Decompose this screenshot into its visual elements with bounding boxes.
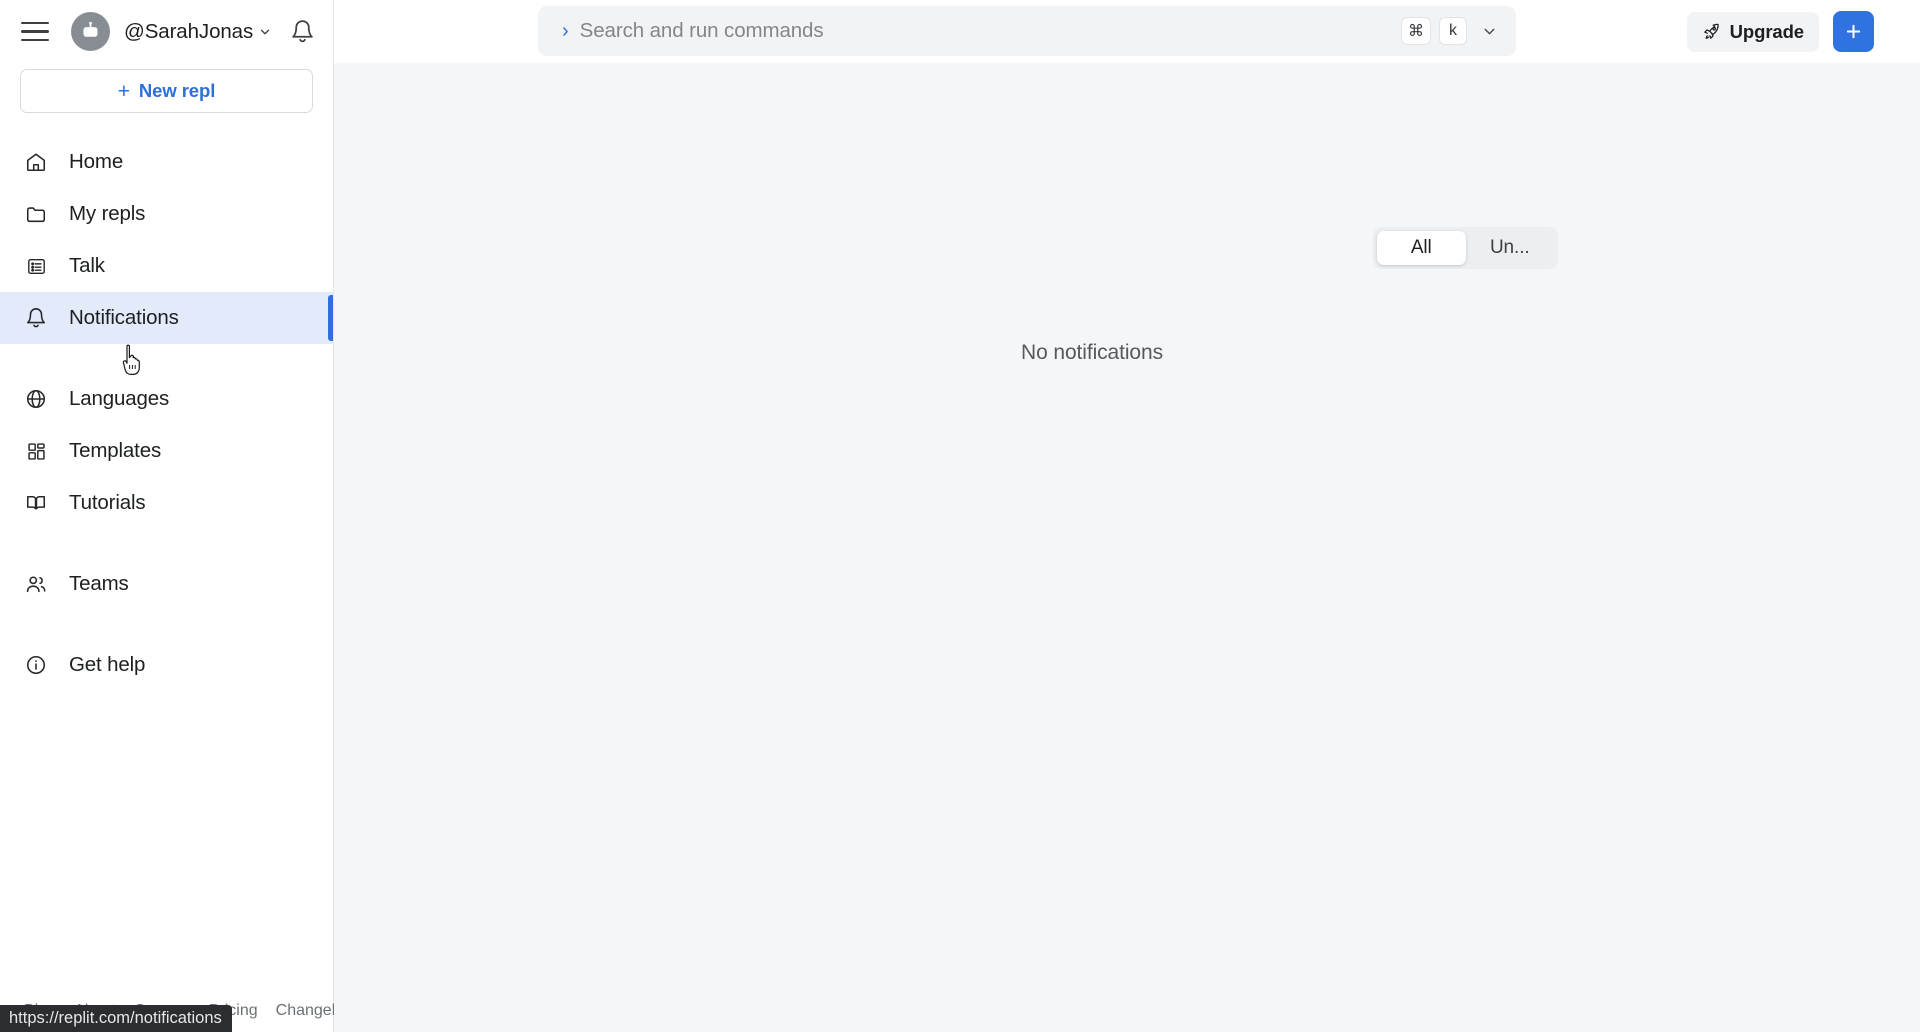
search-shortcut-keys: ⌘ k [1401,17,1504,45]
nav-divider-gap [0,344,333,373]
kbd-k: k [1439,17,1467,45]
kbd-command-icon: ⌘ [1401,17,1431,45]
book-icon [24,491,48,515]
sidebar-item-home[interactable]: Home [0,136,333,188]
search-options-chevron-down-icon[interactable] [1475,23,1504,40]
robot-icon [83,21,98,37]
users-icon [24,572,48,596]
empty-state: No notifications [334,341,1920,365]
sidebar-item-label: My repls [69,202,146,225]
sidebar-item-my-repls[interactable]: My repls [0,188,333,240]
avatar[interactable] [71,12,110,51]
create-new-button[interactable] [1833,11,1874,52]
new-repl-label: New repl [138,80,216,101]
status-bar-url: https://replit.com/notifications [0,1005,232,1032]
empty-state-message: No notifications [1021,341,1163,364]
sidebar-item-label: Tutorials [69,491,146,514]
upgrade-button[interactable]: Upgrade [1686,11,1819,52]
grid-icon [24,439,48,463]
search-placeholder: Search and run commands [579,19,824,42]
nav-divider-gap-2 [0,529,333,558]
app-root: @SarahJonas + New repl Home My repls Tal… [0,0,1920,1032]
sidebar-item-templates[interactable]: Templates [0,425,333,477]
status-bar-url-text: https://replit.com/notifications [9,1009,222,1027]
nav-divider-gap-3 [0,610,333,639]
sidebar-item-notifications[interactable]: Notifications [0,292,333,344]
search-input[interactable]: › Search and run commands ⌘ k [538,6,1516,56]
topbar-actions: Upgrade [1686,11,1896,52]
new-repl-container: + New repl [0,63,333,113]
main-area: › Search and run commands ⌘ k Upgrade Al… [334,0,1920,1032]
sidebar-item-label: Templates [69,439,162,462]
topbar: › Search and run commands ⌘ k Upgrade [334,0,1920,63]
sidebar-item-get-help[interactable]: Get help [0,639,333,691]
username-label: @SarahJonas [124,19,254,43]
sidebar-item-label: Home [69,150,124,173]
upgrade-label: Upgrade [1729,20,1804,42]
home-icon [24,150,48,174]
chevron-down-icon [260,29,270,35]
sidebar-item-label: Notifications [69,306,179,329]
tab-unread[interactable]: Un... [1466,231,1555,265]
sidebar-item-tutorials[interactable]: Tutorials [0,477,333,529]
chevron-right-icon: › [562,19,569,42]
notifications-bell-button[interactable] [290,19,315,44]
username-menu[interactable]: @SarahJonas [124,20,272,44]
plus-icon: + [117,79,130,103]
sidebar-item-label: Talk [69,254,105,277]
globe-icon [24,387,48,411]
sidebar-item-teams[interactable]: Teams [0,558,333,610]
notifications-filter-tabs: All Un... [1373,227,1558,269]
sidebar-item-label: Teams [69,572,129,595]
bell-icon [292,20,313,43]
sidebar-nav: Home My repls Talk Notifications Languag… [0,136,333,691]
rocket-icon [1703,23,1719,39]
tab-all[interactable]: All [1377,231,1466,265]
sidebar-item-talk[interactable]: Talk [0,240,333,292]
sidebar-item-label: Languages [69,387,170,410]
hamburger-menu-icon[interactable] [21,17,51,47]
new-repl-button[interactable]: + New repl [20,69,313,113]
info-icon [24,653,48,677]
sidebar: @SarahJonas + New repl Home My repls Tal… [0,0,353,1032]
notifications-content: All Un... No notifications [334,63,1920,1032]
sidebar-item-languages[interactable]: Languages [0,373,333,425]
plus-icon [1846,24,1861,39]
bell-icon [24,306,48,330]
sidebar-header: @SarahJonas [0,0,333,63]
sidebar-item-label: Get help [69,653,146,676]
folder-icon [24,202,48,226]
list-icon [24,254,48,278]
